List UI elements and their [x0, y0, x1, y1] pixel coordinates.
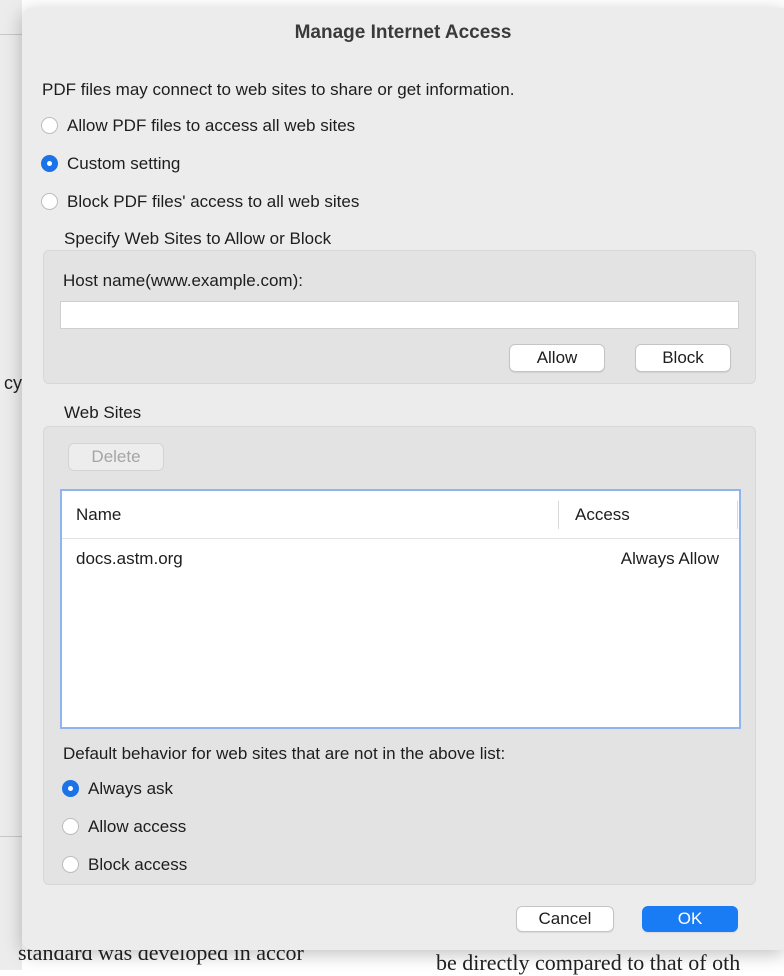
web-sites-heading: Web Sites — [64, 403, 142, 422]
table-row[interactable]: docs.astm.org Always Allow — [62, 541, 739, 579]
header-divider — [62, 538, 739, 539]
row-site-name: docs.astm.org — [76, 549, 183, 568]
radio-always-ask-label[interactable]: Always ask — [88, 779, 173, 799]
ok-button[interactable]: OK — [642, 906, 738, 932]
block-button[interactable]: Block — [635, 344, 731, 372]
default-behavior-heading: Default behavior for web sites that are … — [63, 744, 506, 763]
radio-block-all[interactable] — [41, 193, 58, 210]
column-header-name[interactable]: Name — [76, 505, 121, 525]
web-sites-table: Name Access docs.astm.org Always Allow — [60, 489, 741, 729]
host-name-input[interactable] — [60, 301, 739, 329]
cancel-button[interactable]: Cancel — [516, 906, 614, 932]
radio-custom-setting-label[interactable]: Custom setting — [67, 154, 180, 174]
radio-allow-access-label[interactable]: Allow access — [88, 817, 186, 837]
background-text-bottom-right: be directly compared to that of oth — [436, 950, 741, 975]
radio-block-access-label[interactable]: Block access — [88, 855, 187, 875]
background-rule — [0, 836, 22, 837]
radio-block-all-label[interactable]: Block PDF files' access to all web sites — [67, 192, 359, 212]
radio-allow-access[interactable] — [62, 818, 79, 835]
background-text-fragment: cy — [4, 373, 22, 393]
radio-allow-all-label[interactable]: Allow PDF files to access all web sites — [67, 116, 355, 136]
radio-always-ask[interactable] — [62, 780, 79, 797]
dialog-title: Manage Internet Access — [294, 22, 512, 43]
radio-block-access[interactable] — [62, 856, 79, 873]
radio-allow-all[interactable] — [41, 117, 58, 134]
delete-button[interactable]: Delete — [68, 443, 164, 471]
radio-custom-setting[interactable] — [41, 155, 58, 172]
manage-internet-access-dialog: Manage Internet Access PDF files may con… — [22, 8, 784, 950]
specify-group-box: Host name(www.example.com): Allow Block — [43, 250, 756, 384]
column-separator — [558, 501, 559, 529]
allow-button[interactable]: Allow — [509, 344, 605, 372]
background-rule — [0, 34, 22, 35]
host-name-label: Host name(www.example.com): — [63, 271, 303, 290]
column-header-access[interactable]: Access — [575, 505, 630, 525]
row-site-access: Always Allow — [620, 549, 719, 568]
specify-heading: Specify Web Sites to Allow or Block — [64, 229, 332, 248]
intro-text: PDF files may connect to web sites to sh… — [42, 80, 515, 99]
column-separator — [737, 501, 738, 529]
background-document-strip — [0, 0, 22, 970]
web-sites-group-box: Delete Name Access docs.astm.org Always … — [43, 426, 756, 885]
